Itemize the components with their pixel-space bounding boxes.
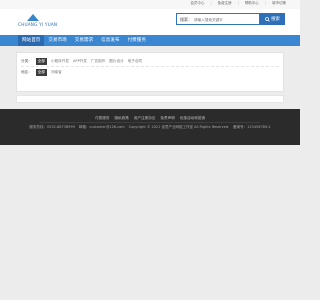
service-hotline: 服务热线：0532-88738999	[29, 125, 75, 129]
nav-item-paid-services[interactable]: 付费服务	[124, 35, 150, 46]
nav-item-home[interactable]: 网站首页	[18, 35, 45, 46]
search-label: 搜索：	[180, 17, 192, 22]
search-input[interactable]	[192, 15, 262, 24]
search-box: 搜索：	[176, 13, 262, 25]
nav-item-demand[interactable]: 交易需求	[71, 35, 97, 46]
region-label: 地区：	[21, 70, 32, 74]
help-center-link[interactable]: 帮助中心	[245, 1, 259, 6]
logo-text: CHUANG YI YUAN	[18, 22, 58, 27]
category-all-chip[interactable]: 全部	[35, 58, 47, 65]
category-option[interactable]: 电子合同	[128, 59, 142, 64]
category-option[interactable]: 图片设计	[109, 59, 123, 64]
city-switch-link[interactable]: 城市切换	[272, 1, 286, 6]
footer-link[interactable]: 用户注册协议	[134, 116, 156, 121]
search-icon	[265, 16, 270, 22]
separator: |	[237, 1, 239, 5]
icp-record[interactable]: 备案号：123456789-2	[233, 125, 271, 130]
member-center-link[interactable]: 会员中心	[190, 1, 204, 6]
footer-link[interactable]: 隐私政策	[114, 116, 128, 121]
main-nav: 网站首页 交易市场 交易需求 信息发布 付费服务	[0, 35, 300, 46]
search-button[interactable]: 搜索	[260, 13, 285, 25]
separator: |	[210, 1, 212, 5]
footer: 付费服务 隐私政策 用户注册协议 免责声明 优惠活动和促销 服务热线：0532-…	[0, 109, 300, 145]
logo-mark-icon	[27, 14, 39, 21]
search-button-label: 搜索	[271, 17, 280, 22]
footer-link[interactable]: 付费服务	[95, 116, 109, 121]
footer-divider	[40, 122, 260, 123]
footer-link[interactable]: 优惠活动和促销	[180, 116, 205, 121]
nav-item-market[interactable]: 交易市场	[44, 35, 70, 46]
category-option[interactable]: APP开发	[73, 59, 87, 64]
nav-item-publish[interactable]: 信息发布	[97, 35, 123, 46]
content-strip	[16, 95, 284, 103]
footer-info: 服务热线：0532-88738999 邮箱：customer@126.com C…	[0, 125, 300, 130]
copyright-text: Copyright © 2021 创意产业网络工作室 All Rights Re…	[128, 125, 230, 129]
region-filter-row: 地区： 全部 河南省	[21, 69, 62, 76]
filter-panel: 分类： 全部 小程序开发 APP开发 广告制作 图片设计 电子合同 地区： 全部…	[16, 52, 284, 92]
header: CHUANG YI YUAN 搜索： 搜索	[0, 9, 300, 35]
category-label: 分类：	[21, 59, 32, 63]
category-filter-row: 分类： 全部 小程序开发 APP开发 广告制作 图片设计 电子合同	[21, 58, 142, 65]
category-option[interactable]: 广告制作	[91, 59, 105, 64]
separator: |	[264, 1, 266, 5]
region-all-chip[interactable]: 全部	[35, 69, 47, 76]
footer-links: 付费服务 隐私政策 用户注册协议 免责声明 优惠活动和促销	[0, 116, 300, 121]
contact-email: 邮箱：customer@126.com	[78, 125, 125, 129]
footer-link[interactable]: 免责声明	[160, 116, 174, 121]
category-option[interactable]: 小程序开发	[51, 59, 69, 64]
top-links: 会员中心 | 免费注册 | 帮助中心 | 城市切换	[190, 1, 286, 6]
divider	[21, 66, 279, 67]
register-link[interactable]: 免费注册	[218, 1, 232, 6]
region-option[interactable]: 河南省	[51, 70, 62, 75]
site-logo[interactable]: CHUANG YI YUAN	[18, 14, 58, 28]
